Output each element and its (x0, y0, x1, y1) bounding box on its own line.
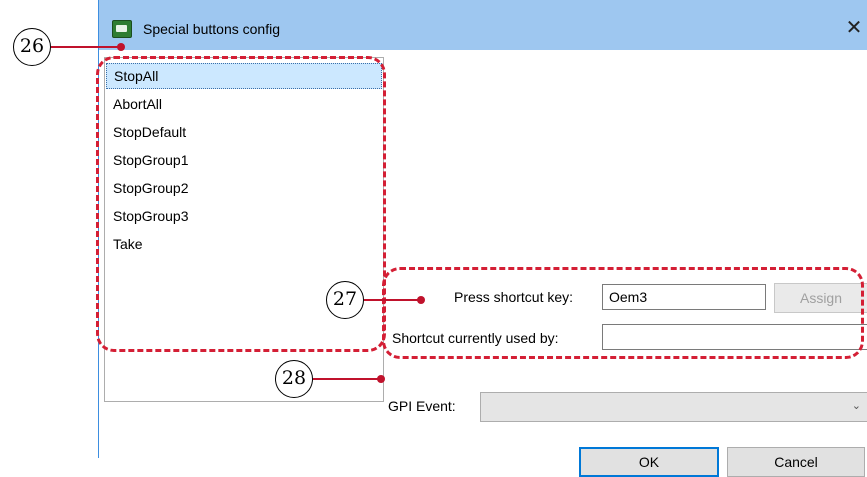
close-button[interactable]: ✕ (844, 17, 864, 37)
chevron-down-icon: ⌄ (851, 399, 861, 412)
annotation-outline-27 (382, 267, 864, 359)
callout-27: 27 (326, 281, 364, 319)
cancel-button[interactable]: Cancel (727, 447, 865, 477)
window-title: Special buttons config (143, 21, 280, 37)
callout-28: 28 (275, 360, 313, 398)
callout-26: 26 (13, 28, 51, 66)
leader-line-27 (364, 299, 420, 301)
title-bar[interactable]: Special buttons config ✕ (99, 0, 867, 50)
leader-dot-28 (377, 375, 385, 383)
leader-dot-27 (417, 296, 425, 304)
gpi-event-select[interactable]: ⌄ (480, 392, 867, 422)
leader-dot-26 (117, 43, 125, 51)
leader-line-28 (313, 378, 381, 380)
gpi-event-label: GPI Event: (388, 398, 456, 414)
ok-button[interactable]: OK (579, 447, 719, 477)
app-icon (112, 20, 132, 38)
leader-line-26 (51, 46, 121, 48)
